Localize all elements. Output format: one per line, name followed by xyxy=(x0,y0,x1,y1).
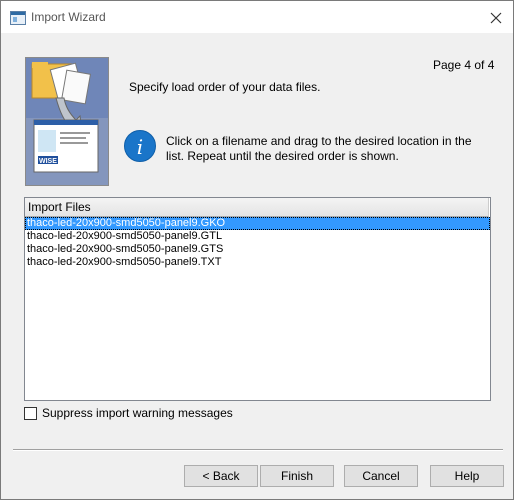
footer-separator xyxy=(13,449,503,451)
wizard-illustration: WISE xyxy=(25,57,109,186)
wizard-heading: Specify load order of your data files. xyxy=(129,80,321,94)
list-item[interactable]: thaco-led-20x900-smd5050-panel9.GKO xyxy=(25,217,490,230)
import-wizard-window: Import Wizard WISE Page 4 of 4 Specify l… xyxy=(0,0,514,500)
app-window-icon xyxy=(10,11,26,25)
cancel-button[interactable]: Cancel xyxy=(344,465,418,487)
window-title: Import Wizard xyxy=(31,10,106,24)
list-column-header[interactable]: Import Files xyxy=(25,198,489,217)
page-indicator: Page 4 of 4 xyxy=(433,58,495,72)
finish-button[interactable]: Finish xyxy=(260,465,334,487)
suppress-warnings-checkbox[interactable] xyxy=(24,406,37,420)
import-files-list[interactable]: Import Files thaco-led-20x900-smd5050-pa… xyxy=(24,197,491,401)
info-icon: i xyxy=(124,130,156,162)
close-button[interactable] xyxy=(479,5,513,31)
list-item[interactable]: thaco-led-20x900-smd5050-panel9.TXT xyxy=(25,256,490,269)
list-item[interactable]: thaco-led-20x900-smd5050-panel9.GTS xyxy=(25,243,490,256)
suppress-warnings-option[interactable]: Suppress import warning messages xyxy=(24,406,233,420)
suppress-warnings-label: Suppress import warning messages xyxy=(42,406,233,420)
title-bar: Import Wizard xyxy=(1,1,513,33)
list-item[interactable]: thaco-led-20x900-smd5050-panel9.GTL xyxy=(25,230,490,243)
help-button[interactable]: Help xyxy=(430,465,504,487)
wise-logo-text: WISE xyxy=(39,158,57,165)
instructions-text: Click on a filename and drag to the desi… xyxy=(166,134,472,163)
close-icon xyxy=(490,12,502,24)
back-button[interactable]: < Back xyxy=(184,465,258,487)
